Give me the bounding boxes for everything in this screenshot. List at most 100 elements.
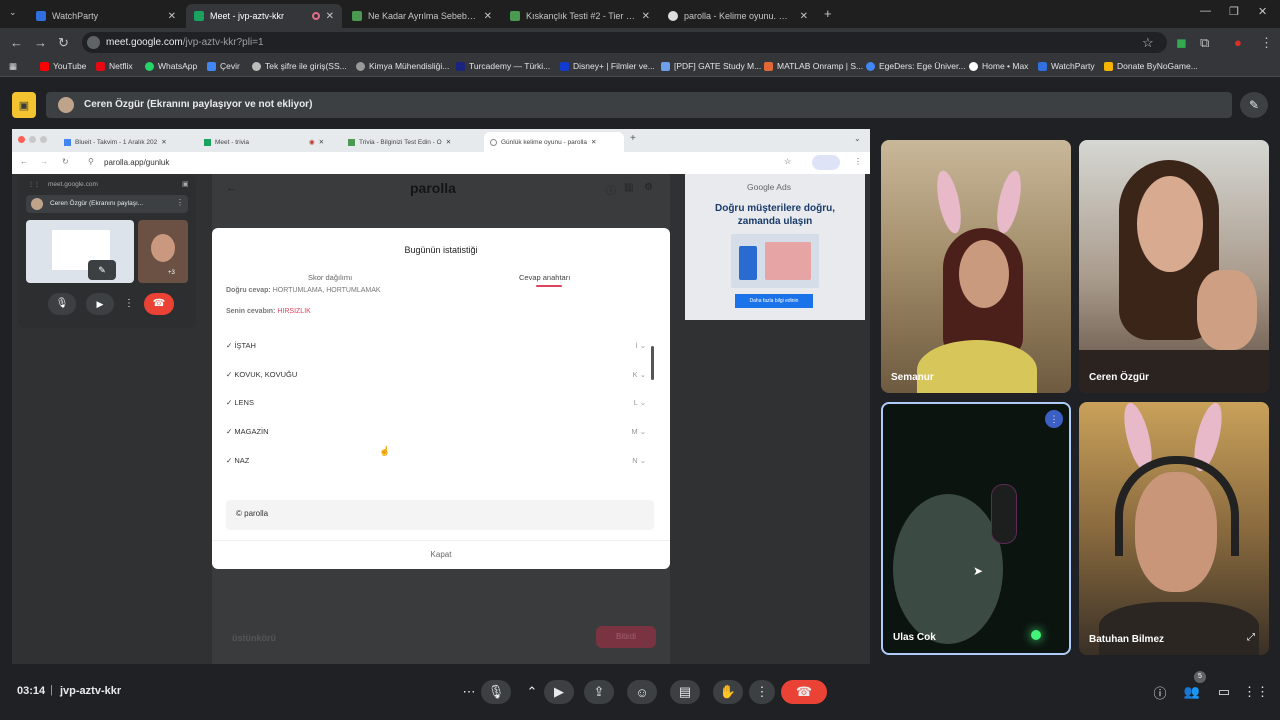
youtube-icon [40,61,49,71]
ad-phone-shape [739,246,757,280]
reload-icon: ↻ [62,157,69,166]
extensions-puzzle-icon[interactable]: ⧉ [1200,35,1209,51]
tab-close-icon[interactable]: ✕ [642,11,650,22]
traffic-min-icon [29,136,36,143]
apps-grid-icon[interactable]: ▦ [9,61,17,72]
tab-parolla[interactable]: parolla - Kelime oyunu. Günlük ✕ [660,4,816,28]
site-icon [252,61,261,71]
site-favicon-icon [510,11,520,21]
stats-icon: ▥ [624,182,634,193]
bookmark-gate[interactable]: [PDF] GATE Study M... [661,61,761,71]
bookmark-max[interactable]: Home • Max [969,61,1028,71]
meeting-time: 03:14 [17,685,46,697]
bookmark-netflix[interactable]: Netflix [96,61,133,71]
answer-row: ✓ KOVUK, KOVUĞU K ⌄ [226,370,646,384]
tab-label: Kıskançlık Testi #2 - Tier List, Kı [526,11,636,21]
bookmark-watchparty[interactable]: WatchParty [1038,61,1095,71]
close-window-icon[interactable]: ✕ [1258,5,1267,18]
camera-options-icon[interactable]: ⌃ [518,680,546,704]
restore-icon[interactable]: ❐ [1229,5,1239,18]
tab-answer-key: Cevap anahtarı [519,273,571,282]
bookmarks-bar: ▦ YouTube Netflix WhatsApp Çevir Tek şif… [0,57,1280,77]
answer-row: ✓ LENS L ⌄ [226,398,646,412]
mic-icon[interactable]: 🎙 [481,680,511,704]
hangup-icon[interactable]: ☎ [781,680,827,704]
info-icon[interactable]: ⓘ [1146,680,1174,704]
bookmark-cevir[interactable]: Çevir [207,61,240,71]
presentation-toggle-icon[interactable]: ▣ [12,92,36,118]
matlab-icon [764,61,773,71]
shared-tabstrip: Blueit - Takvim - 1 Aralık 202 ✕ Meet - t… [12,129,870,152]
shared-tab-label: Blueit - Takvim - 1 Aralık 202 [75,138,158,146]
pip-camera-icon: ▶ [86,293,114,315]
bookmark-turcademy[interactable]: Turcademy — Türki... [456,61,550,71]
participant-tile-speaking[interactable]: ⋮ ➤ Ulas Cok [881,402,1071,655]
tab-ayrilma[interactable]: Ne Kadar Ayrılma Sebebi?? #1 ✕ [344,4,500,28]
bookmark-kimya[interactable]: Kimya Mühendisliği... [356,61,449,71]
site-info-icon[interactable] [87,36,100,49]
raise-hand-icon[interactable]: ✋ [713,680,743,704]
your-answer: Senin cevabın: HIRSIZLIK [226,308,311,315]
watchparty-favicon-icon [36,11,46,21]
tab-close-icon[interactable]: ✕ [800,11,808,22]
answer-letter: K ⌄ [632,370,646,379]
bookmark-label: WhatsApp [158,61,198,71]
forward-icon[interactable]: → [34,35,47,50]
face-shape [893,494,1003,644]
participant-tile[interactable]: Semanur [881,140,1071,393]
extension-icon[interactable]: ◼ [1176,35,1187,51]
back-icon: ← [20,157,28,166]
captions-icon[interactable]: ▤ [670,680,700,704]
bookmark-bynogame[interactable]: Donate ByNoGame... [1104,61,1198,71]
tab-close-icon[interactable]: ✕ [326,11,334,22]
new-tab-icon[interactable]: + [824,6,832,21]
tab-watchparty[interactable]: WatchParty ✕ [28,4,184,28]
answer-letter: N ⌄ [632,456,646,465]
tab-meet[interactable]: Meet - jvp-aztv-kkr ✕ [186,4,342,28]
meet-favicon-icon [204,138,211,146]
bookmark-tek-sifre[interactable]: Tek şifre ile giriş(SS... [252,61,347,71]
chrome-menu-icon[interactable]: ⋮ [1260,35,1273,51]
chat-icon[interactable]: ▭ [1210,680,1238,704]
bookmark-label: Kimya Mühendisliği... [369,61,450,71]
activities-icon[interactable]: ⋮⋮ [1242,680,1270,704]
more-icon: ⋮ [176,198,184,207]
netflix-icon [96,61,105,71]
tab-list-icon[interactable]: ⌄ [9,7,17,18]
separator: | [50,684,53,696]
emoji-icon[interactable]: ☺ [627,680,657,704]
bookmark-egeders[interactable]: EgeDers: Ege Üniver... [866,61,965,71]
present-icon[interactable]: ⇪ [584,680,614,704]
recording-icon [311,12,320,20]
more-options-icon[interactable]: ⋮ [749,680,775,704]
ad-button: Daha fazla bilgi edinin [735,294,813,308]
reload-icon[interactable]: ↻ [58,35,69,51]
back-icon[interactable]: ← [10,35,23,50]
site-icon [560,61,569,71]
star-icon[interactable]: ☆ [1142,35,1154,51]
bookmark-matlab[interactable]: MATLAB Onramp | S... [764,61,863,71]
camera-icon[interactable]: ▶ [544,680,574,704]
recording-icon: ◉ [308,139,315,146]
ad-brand: Google Ads [747,182,791,192]
participant-tile[interactable]: Batuhan Bilmez ⤢ [1079,402,1269,655]
profile-icon[interactable]: ● [1234,35,1242,50]
tab-label: WatchParty [52,11,99,21]
participant-tile[interactable]: Ceren Özgür [1079,140,1269,393]
answer-word: ✓ KOVUK, KOVUĞU [226,370,298,379]
more-options-dots-icon[interactable]: ⋯ [455,680,483,704]
minimize-icon[interactable]: — [1200,5,1211,17]
new-tab-icon: + [630,133,636,144]
answer-word: ✓ MAGAZİN [226,427,269,436]
bookmark-youtube[interactable]: YouTube [40,61,86,71]
tab-close-icon[interactable]: ✕ [168,11,176,22]
tab-kiskanclik[interactable]: Kıskançlık Testi #2 - Tier List, Kı ✕ [502,4,658,28]
tab-close-icon[interactable]: ✕ [484,11,492,22]
address-input[interactable]: meet.google.com/jvp-aztv-kkr?pli=1 [82,32,1167,53]
pin-tile-icon[interactable]: ⤢ [1247,632,1255,643]
bookmark-whatsapp[interactable]: WhatsApp [145,61,197,71]
bookmark-disney[interactable]: Disney+ | Filmler ve... [560,61,655,71]
annotate-pen-icon[interactable]: ✎ [1240,92,1268,118]
presenter-avatar [58,97,74,113]
people-icon[interactable]: 👥 5 [1178,671,1206,704]
